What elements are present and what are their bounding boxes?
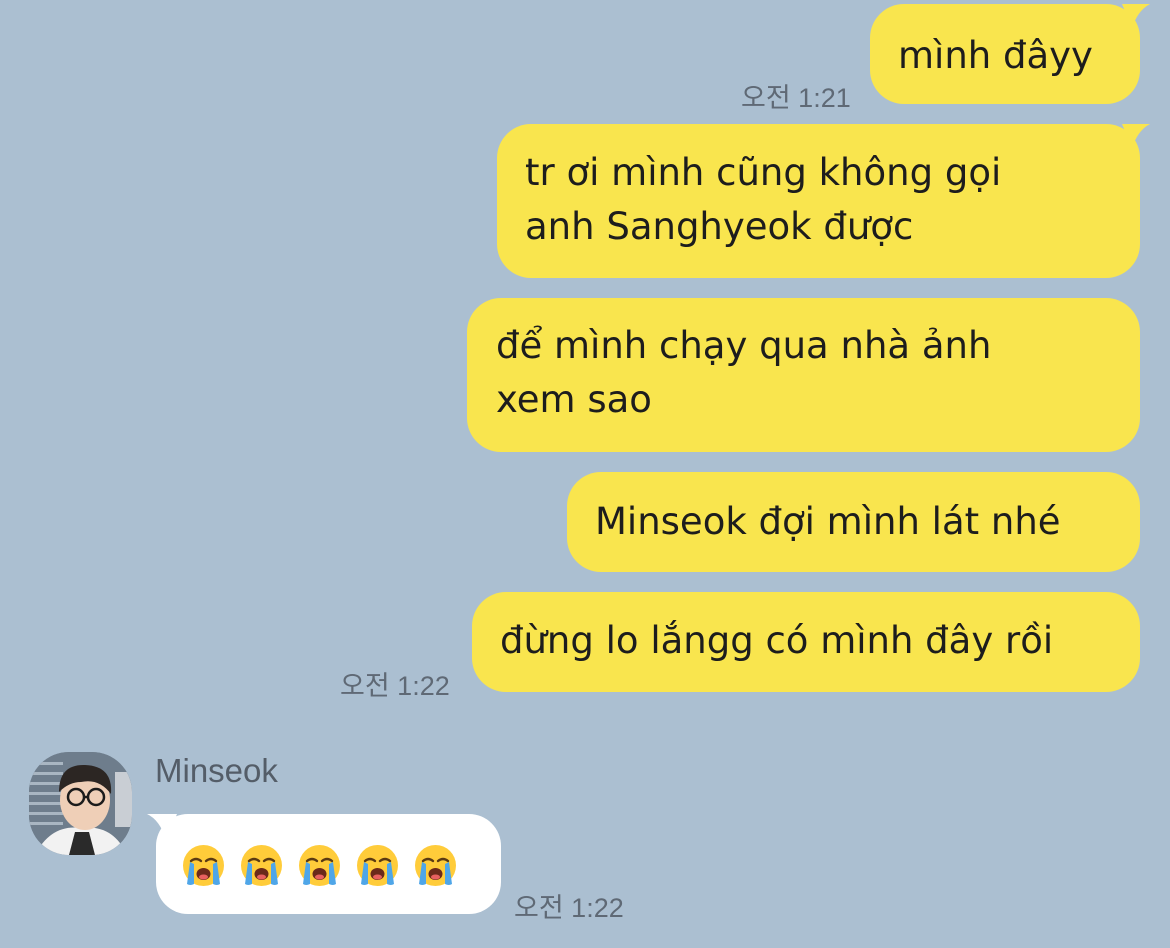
message-text: đừng lo lắngg có mình đây rồi xyxy=(500,619,1054,662)
outgoing-message-bubble[interactable]: đừng lo lắngg có mình đây rồi xyxy=(472,592,1140,692)
message-timestamp: 오전 1:21 xyxy=(741,83,851,113)
emoji-row xyxy=(182,844,457,887)
sender-avatar[interactable] xyxy=(29,752,132,855)
loudly-crying-face-icon xyxy=(415,845,456,886)
sender-name: Minseok xyxy=(155,752,278,789)
message-text-line: tr ơi mình cũng không gọi xyxy=(525,151,1002,194)
outgoing-message-bubble[interactable]: tr ơi mình cũng không gọi anh Sanghyeok … xyxy=(497,124,1140,278)
message-text-line: xem sao xyxy=(496,378,652,421)
loudly-crying-face-icon xyxy=(241,845,282,886)
message-text-line: để mình chạy qua nhà ảnh xyxy=(496,324,992,367)
message-timestamp: 오전 1:22 xyxy=(514,893,624,923)
outgoing-message-bubble[interactable]: Minseok đợi mình lát nhé xyxy=(567,472,1140,572)
bubble-tail xyxy=(1122,124,1150,148)
loudly-crying-face-icon xyxy=(299,845,340,886)
message-text-line: anh Sanghyeok được xyxy=(525,205,914,248)
incoming-message-bubble[interactable] xyxy=(156,814,501,914)
outgoing-message-bubble[interactable]: mình đâyy xyxy=(870,4,1140,104)
message-timestamp: 오전 1:22 xyxy=(340,671,450,701)
message-text: mình đâyy xyxy=(898,34,1093,77)
bubble-tail xyxy=(1122,4,1150,28)
loudly-crying-face-icon xyxy=(183,845,224,886)
outgoing-message-bubble[interactable]: để mình chạy qua nhà ảnh xem sao xyxy=(467,298,1140,452)
loudly-crying-face-icon xyxy=(357,845,398,886)
message-text: Minseok đợi mình lát nhé xyxy=(595,500,1061,543)
avatar-photo xyxy=(29,752,132,855)
